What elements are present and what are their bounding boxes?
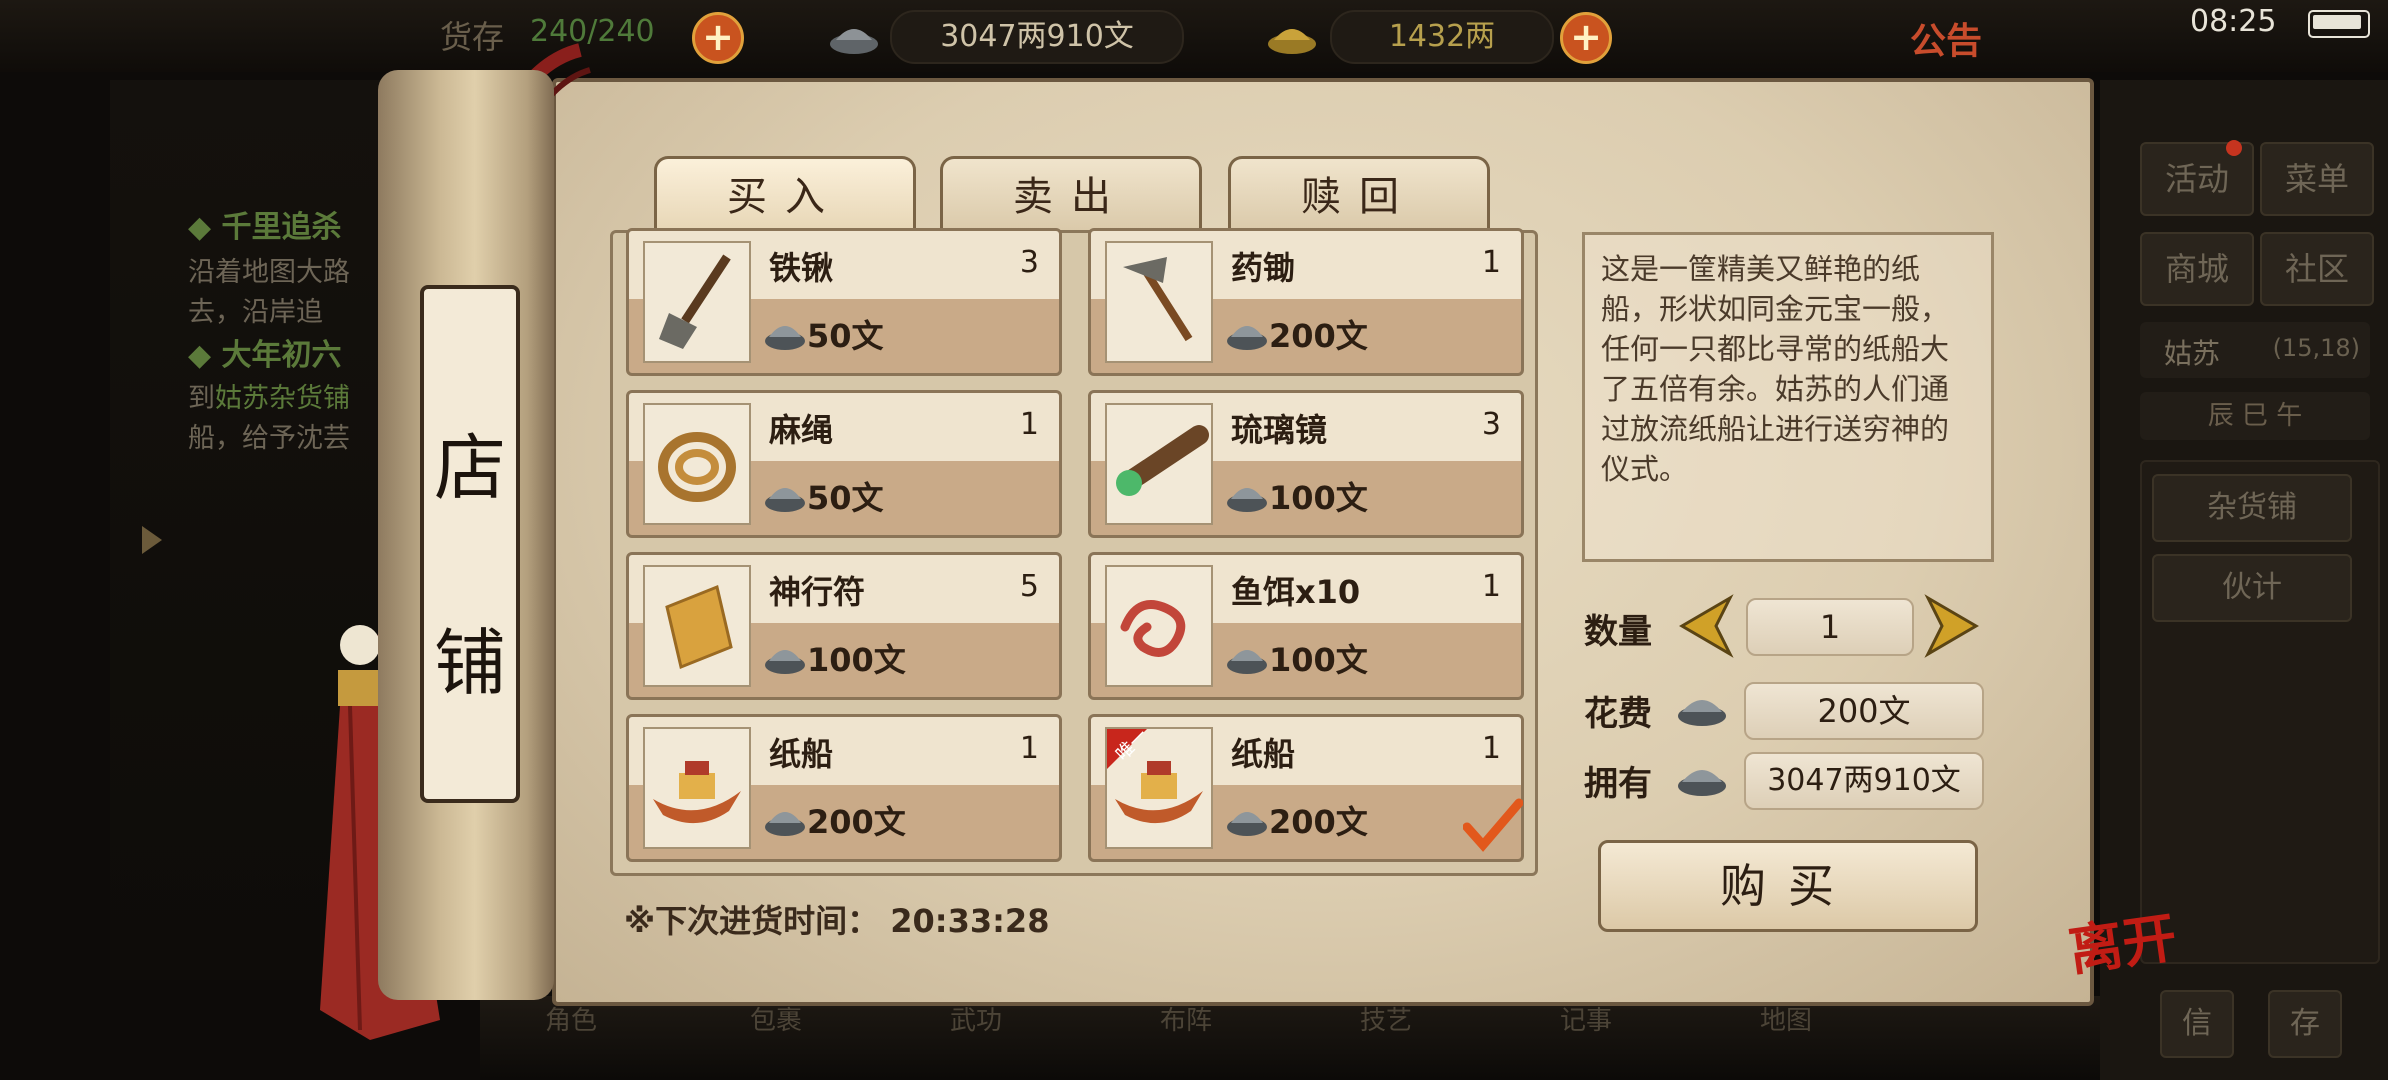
silver-ingot-icon — [763, 309, 807, 355]
owned-label: 拥有 — [1584, 764, 1652, 804]
silver-ingot-icon — [1225, 633, 1269, 679]
item-name: 鱼饵x10 — [1231, 573, 1361, 611]
add-bag-button[interactable]: + — [692, 12, 744, 64]
increase-arrow-icon[interactable] — [1924, 594, 1982, 658]
assistant-button[interactable]: 伙计 — [2152, 554, 2352, 622]
quantity-input[interactable]: 1 — [1746, 598, 1914, 656]
shop-title-char: 铺 — [433, 621, 506, 705]
talisman-icon — [643, 565, 751, 687]
item-price: 50文 — [807, 317, 884, 355]
notification-dot — [2226, 140, 2242, 156]
item-card[interactable]: 神行符 5 100文 — [626, 552, 1062, 700]
grocery-button[interactable]: 杂货铺 — [2152, 474, 2352, 542]
battery-icon — [2308, 10, 2370, 38]
item-card[interactable]: 琉璃镜 3 100文 — [1088, 390, 1524, 538]
item-name: 琉璃镜 — [1231, 411, 1328, 449]
silver-ingot-icon — [763, 633, 807, 679]
item-card[interactable]: 铁锹 3 50文 — [626, 228, 1062, 376]
worm-icon — [1105, 565, 1213, 687]
item-price: 50文 — [807, 479, 884, 517]
item-price: 200文 — [1269, 803, 1368, 841]
storage-button[interactable]: 存 — [2268, 990, 2342, 1058]
item-card[interactable]: 鱼饵x10 1 100文 — [1088, 552, 1524, 700]
gold-ingot-icon — [1266, 14, 1318, 58]
tab-sell[interactable]: 卖出 — [940, 156, 1202, 235]
hoe-icon — [1105, 241, 1213, 363]
item-count: 5 — [1019, 569, 1039, 604]
decrease-arrow-icon[interactable] — [1676, 594, 1734, 658]
item-count: 1 — [1019, 407, 1039, 442]
item-name: 纸船 — [1231, 735, 1296, 773]
item-count: 1 — [1481, 731, 1501, 766]
location-name: 姑苏 — [2164, 337, 2221, 370]
item-count: 1 — [1481, 245, 1501, 280]
restock-label: ※下次进货时间： — [624, 902, 880, 940]
item-card[interactable]: 纸船 1 200文 — [626, 714, 1062, 862]
cost-label: 花费 — [1584, 694, 1652, 734]
item-count: 3 — [1019, 245, 1039, 280]
shovel-icon — [643, 241, 751, 363]
gold-amount: 1432两 — [1330, 10, 1554, 64]
notice-button[interactable]: 公告 — [1910, 12, 1982, 64]
item-name: 纸船 — [769, 735, 834, 773]
quantity-label: 数量 — [1584, 612, 1652, 652]
leave-button[interactable]: 离开 — [2063, 893, 2181, 986]
item-description: 这是一筐精美又鲜艳的纸船，形状如同金元宝一般，任何一只都比寻常的纸船大了五倍有余… — [1582, 232, 1994, 562]
expand-arrow-icon[interactable] — [136, 520, 166, 560]
bottom-nav — [480, 996, 2100, 1080]
item-card-selected[interactable]: 唯一 纸船 1 200文 — [1088, 714, 1524, 862]
clock: 08:25 — [2190, 4, 2277, 39]
silver-ingot-icon — [763, 795, 807, 841]
restock-timer: ※下次进货时间： 20:33:28 — [624, 896, 1049, 942]
owned-value: 3047两910文 — [1744, 752, 1984, 810]
item-price: 100文 — [1269, 641, 1368, 679]
shichen-dial: 辰 巳 午 — [2140, 392, 2370, 440]
item-card[interactable]: 麻绳 1 50文 — [626, 390, 1062, 538]
silver-ingot-icon — [1225, 471, 1269, 517]
silver-ingot-icon — [1674, 682, 1730, 730]
item-name: 药锄 — [1231, 249, 1296, 287]
silver-ingot-icon — [1674, 752, 1730, 800]
buy-button[interactable]: 购买 — [1598, 840, 1978, 932]
paper-boat-icon — [643, 727, 751, 849]
check-mark-icon — [1462, 797, 1524, 853]
quest-line: 到 — [188, 383, 215, 414]
item-card[interactable]: 药锄 1 200文 — [1088, 228, 1524, 376]
item-count: 3 — [1481, 407, 1501, 442]
item-count: 1 — [1019, 731, 1039, 766]
silver-ingot-icon — [1225, 795, 1269, 841]
shop-title-char: 店 — [433, 426, 506, 510]
community-button[interactable]: 社区 — [2260, 232, 2374, 306]
menu-button[interactable]: 菜单 — [2260, 142, 2374, 216]
mall-button[interactable]: 商城 — [2140, 232, 2254, 306]
silver-ingot-icon — [1225, 309, 1269, 355]
item-name: 神行符 — [769, 573, 866, 611]
telescope-icon — [1105, 403, 1213, 525]
add-gold-button[interactable]: + — [1560, 12, 1612, 64]
silver-ingot-icon — [763, 471, 807, 517]
shop-title-plaque: 店 铺 — [420, 285, 520, 803]
location-coord: (15,18) — [2272, 334, 2360, 362]
silver-ingot-icon — [828, 14, 880, 58]
item-name: 铁锹 — [769, 249, 834, 287]
mail-button[interactable]: 信 — [2160, 990, 2234, 1058]
item-price: 100文 — [807, 641, 906, 679]
tab-redeem[interactable]: 赎回 — [1228, 156, 1490, 235]
rope-icon — [643, 403, 751, 525]
item-price: 200文 — [1269, 317, 1368, 355]
location-bar: 姑苏 (15,18) — [2140, 322, 2370, 378]
cost-value: 200文 — [1744, 682, 1984, 740]
item-name: 麻绳 — [769, 411, 834, 449]
item-price: 200文 — [807, 803, 906, 841]
item-price: 100文 — [1269, 479, 1368, 517]
silver-amount: 3047两910文 — [890, 10, 1184, 64]
restock-time: 20:33:28 — [890, 902, 1050, 940]
item-count: 1 — [1481, 569, 1501, 604]
tab-buy[interactable]: 买入 — [654, 156, 916, 235]
